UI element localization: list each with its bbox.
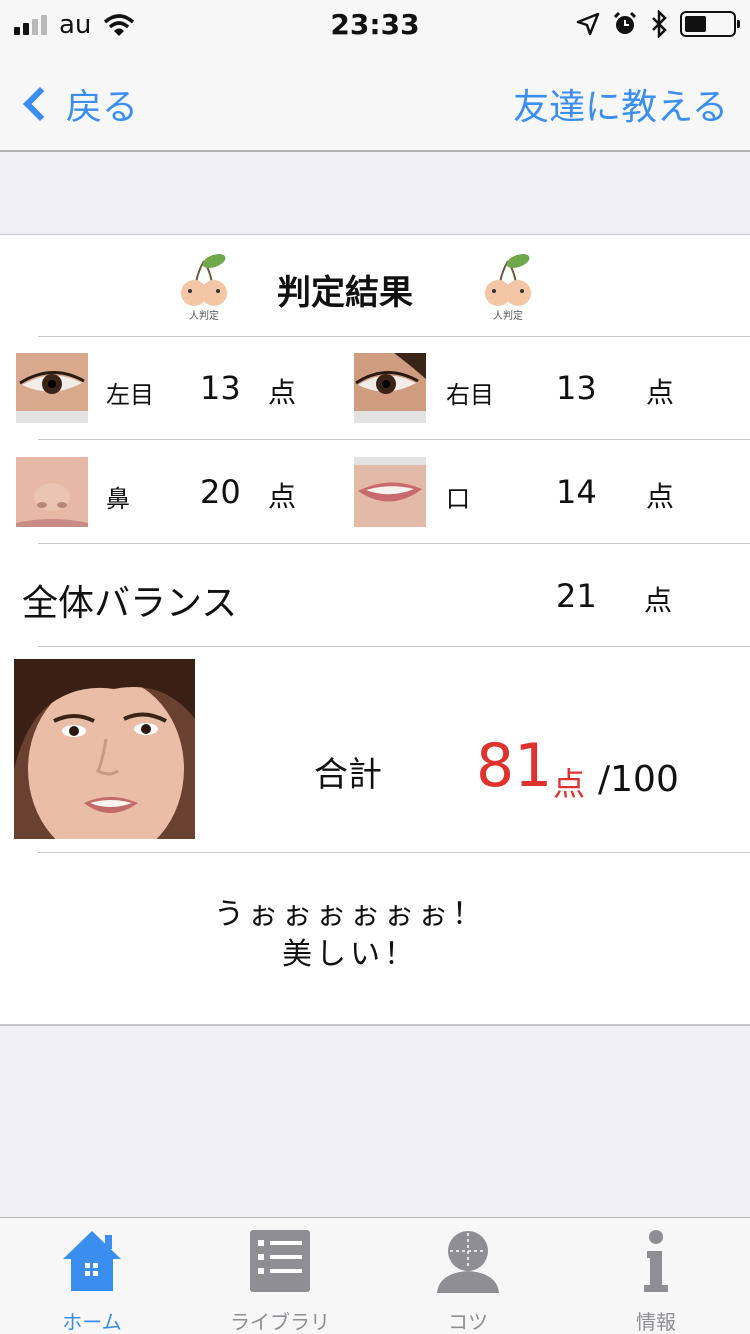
comment-line-2: 美しい！ <box>282 937 418 972</box>
tab-library[interactable]: ライブラリ <box>200 1226 360 1334</box>
tab-home-label: ホーム <box>62 1310 122 1334</box>
divider <box>38 543 750 544</box>
mouth-score: 14 <box>556 473 597 511</box>
face-photo <box>14 659 195 839</box>
logo-text: 人判定 <box>493 309 523 322</box>
comment-line-1: うぉぉぉぉぉぉ！ <box>214 897 486 932</box>
location-icon <box>576 12 600 36</box>
balance-label: 全体バランス <box>22 583 238 624</box>
bluetooth-icon <box>652 10 667 38</box>
result-title: 判定結果 <box>277 273 413 313</box>
total-label: 合計 <box>314 755 382 795</box>
tab-tips[interactable]: コツ <box>388 1226 548 1334</box>
info-icon <box>644 1230 668 1292</box>
face-guide-icon <box>437 1231 499 1293</box>
status-bar: au 23:33 <box>0 0 750 52</box>
status-right <box>576 10 740 38</box>
divider <box>38 439 750 440</box>
total-score: 81 <box>476 731 553 801</box>
right-eye-thumbnail <box>354 353 426 423</box>
share-button[interactable]: 友達に教える <box>513 78 728 130</box>
nose-unit: 点 <box>268 480 297 513</box>
left-eye-label: 左目 <box>106 381 154 409</box>
tab-home[interactable]: ホーム <box>12 1226 172 1334</box>
right-eye-unit: 点 <box>646 376 675 409</box>
divider <box>38 646 750 647</box>
alarm-icon <box>613 11 637 34</box>
result-card: 人判定 判定結果 人判定 左目 13 点 右目 13 点 鼻 20 点 口 14… <box>0 234 750 1026</box>
divider <box>38 852 750 853</box>
mouth-unit: 点 <box>646 480 675 513</box>
mouth-label: 口 <box>446 485 470 513</box>
home-icon <box>63 1231 121 1291</box>
left-eye-thumbnail <box>16 353 88 423</box>
battery-fill <box>685 16 706 32</box>
tab-library-label: ライブラリ <box>230 1310 330 1334</box>
back-label: 戻る <box>66 87 139 128</box>
cherry-logo-icon: 人判定 <box>181 254 227 322</box>
chevron-left-icon <box>23 87 57 121</box>
left-eye-unit: 点 <box>268 376 297 409</box>
right-eye-label: 右目 <box>446 381 494 409</box>
divider <box>38 336 750 337</box>
tab-info-label: 情報 <box>636 1310 676 1334</box>
back-button[interactable]: 戻る <box>18 78 138 130</box>
left-eye-score: 13 <box>200 369 241 407</box>
max-score: /100 <box>598 759 679 800</box>
logo-text: 人判定 <box>189 309 219 322</box>
total-score-unit: 点 <box>553 765 586 803</box>
tab-bar: ホーム ライブラリ コツ 情報 <box>0 1217 750 1334</box>
tab-info[interactable]: 情報 <box>576 1226 736 1334</box>
balance-unit: 点 <box>644 584 673 617</box>
result-comment: うぉぉぉぉぉぉ！ 美しい！ <box>0 895 700 975</box>
tab-tips-label: コツ <box>448 1310 488 1334</box>
navigation-bar: 戻る 友達に教える <box>0 52 750 152</box>
list-icon <box>250 1230 310 1292</box>
balance-score: 21 <box>556 577 597 615</box>
nose-score: 20 <box>200 473 241 511</box>
right-eye-score: 13 <box>556 369 597 407</box>
nose-label: 鼻 <box>106 485 130 513</box>
mouth-thumbnail <box>354 457 426 527</box>
cherry-logo-icon: 人判定 <box>485 254 531 322</box>
nose-thumbnail <box>16 457 88 527</box>
battery-icon <box>680 11 740 37</box>
